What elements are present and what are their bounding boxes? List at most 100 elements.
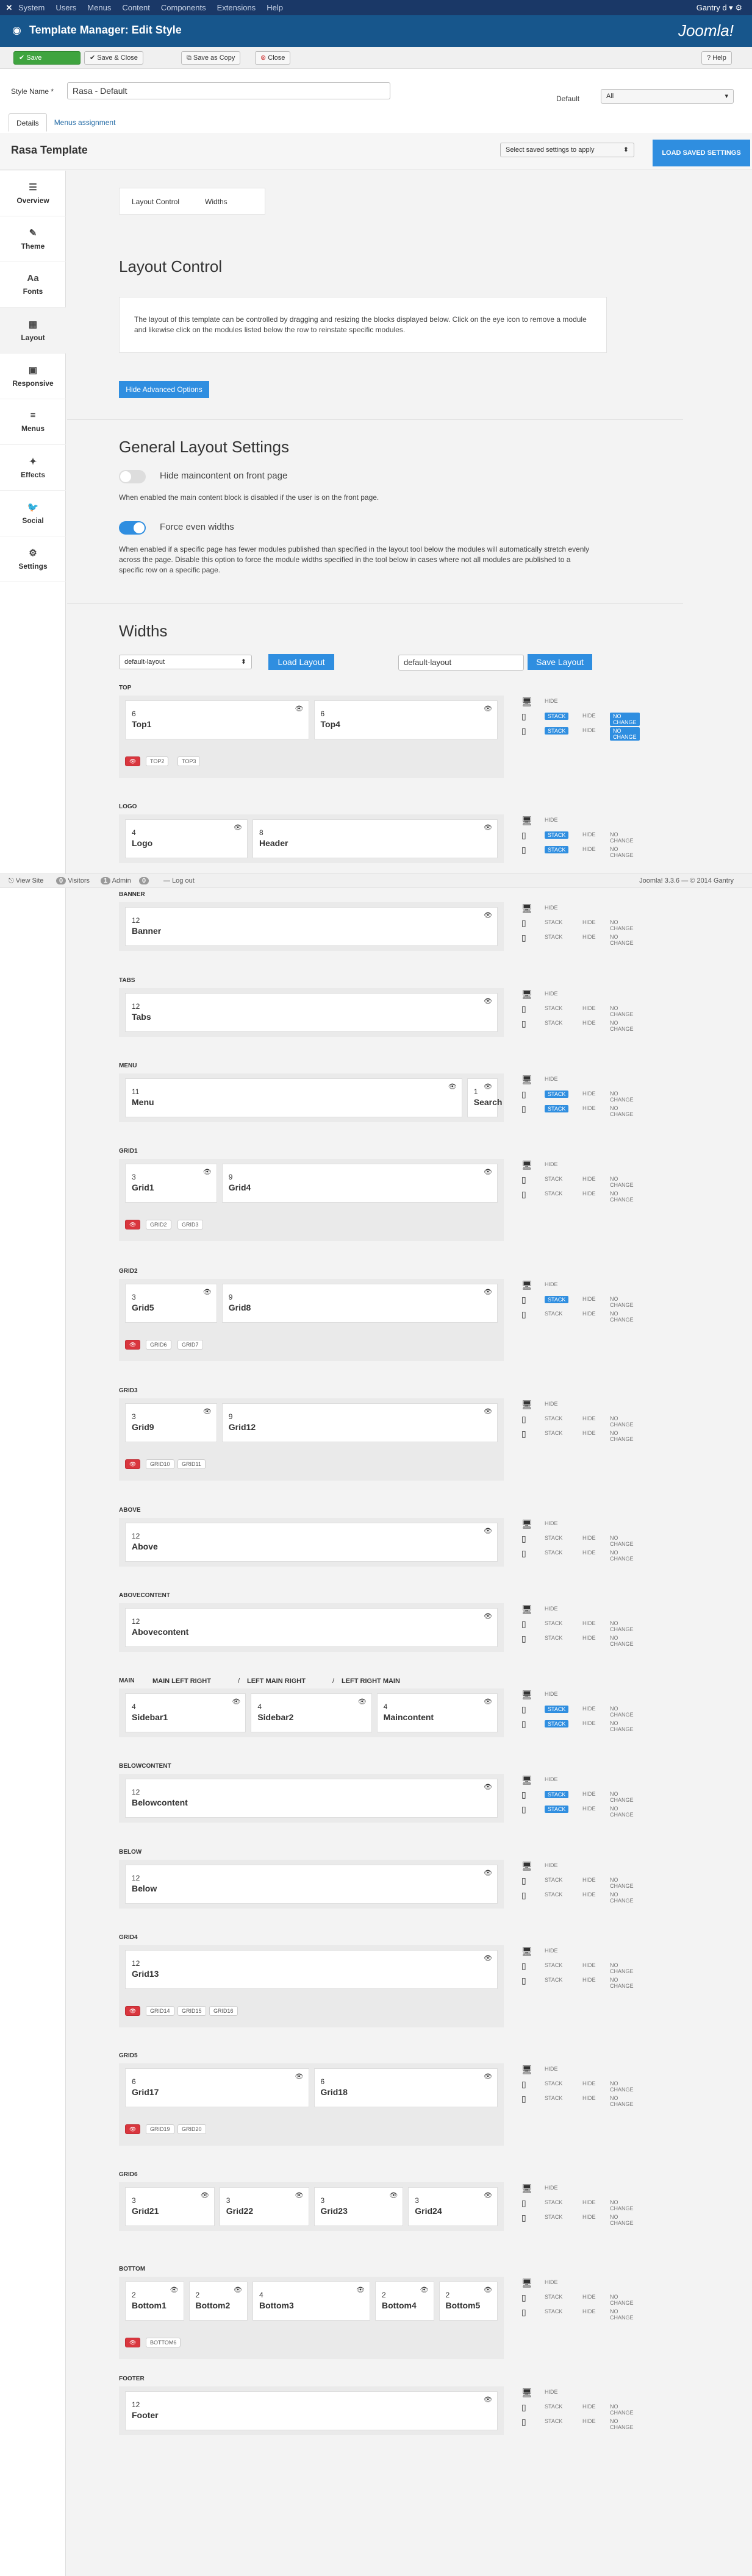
- module-block[interactable]: 12 Below 👁: [125, 1865, 498, 1904]
- stack-option[interactable]: STACK: [545, 1806, 569, 1813]
- eye-icon[interactable]: 👁: [484, 824, 492, 831]
- hidden-module-chip[interactable]: TOP3: [177, 756, 201, 766]
- logout-link[interactable]: — Log out: [163, 874, 195, 888]
- hidden-module-chip[interactable]: GRID2: [146, 1220, 171, 1229]
- layout-select[interactable]: default-layout ⬍: [119, 655, 252, 669]
- hide-option[interactable]: HIDE: [582, 1962, 596, 1968]
- save-copy-button[interactable]: ⧉ Save as Copy: [181, 51, 241, 65]
- no-change-option[interactable]: NO CHANGE: [610, 1977, 634, 1989]
- hide-option[interactable]: HIDE: [545, 1076, 558, 1082]
- module-block[interactable]: 4 Bottom3 👁: [252, 2282, 370, 2321]
- eye-toggle-icon[interactable]: 👁: [125, 1220, 141, 1229]
- no-change-option[interactable]: NO CHANGE: [610, 1635, 634, 1647]
- top-menu-item[interactable]: Help: [267, 3, 283, 12]
- hide-option[interactable]: HIDE: [582, 846, 596, 852]
- tab-details[interactable]: Details: [9, 113, 47, 132]
- hide-option[interactable]: HIDE: [582, 713, 596, 719]
- top-menu-item[interactable]: Menus: [87, 3, 111, 12]
- stack-option[interactable]: STACK: [545, 1877, 562, 1883]
- hide-option[interactable]: HIDE: [545, 1281, 558, 1287]
- hide-option[interactable]: HIDE: [582, 1311, 596, 1317]
- stack-option[interactable]: STACK: [545, 1091, 569, 1098]
- stack-option[interactable]: STACK: [545, 934, 562, 940]
- module-block[interactable]: 3 Grid22 👁: [219, 2187, 309, 2226]
- hide-option[interactable]: HIDE: [545, 1520, 558, 1526]
- hide-option[interactable]: HIDE: [545, 698, 558, 704]
- save-layout-button[interactable]: Save Layout: [528, 654, 592, 670]
- no-change-option[interactable]: NO CHANGE: [610, 1791, 634, 1803]
- stack-option[interactable]: STACK: [545, 1176, 562, 1182]
- sidebar-item-overview[interactable]: ☰ Overview: [0, 171, 66, 216]
- stack-option[interactable]: STACK: [545, 1311, 562, 1317]
- stack-option[interactable]: STACK: [545, 1550, 562, 1556]
- help-button[interactable]: ? Help: [701, 51, 732, 65]
- stack-option[interactable]: STACK: [545, 831, 569, 839]
- eye-icon[interactable]: 👁: [484, 2191, 492, 2199]
- module-block[interactable]: 6 Top1 👁: [125, 700, 309, 739]
- hide-option[interactable]: HIDE: [582, 1977, 596, 1983]
- no-change-option[interactable]: NO CHANGE: [610, 1311, 634, 1323]
- module-block[interactable]: 6 Top4 👁: [313, 700, 498, 739]
- eye-icon[interactable]: 👁: [484, 997, 492, 1005]
- eye-icon[interactable]: 👁: [389, 2191, 398, 2199]
- no-change-option[interactable]: NO CHANGE: [610, 2080, 634, 2093]
- hidden-module-chip[interactable]: GRID3: [177, 1220, 203, 1229]
- stack-option[interactable]: STACK: [545, 846, 569, 853]
- module-block[interactable]: 12 Belowcontent 👁: [125, 1779, 498, 1818]
- stack-option[interactable]: STACK: [545, 727, 569, 735]
- hidden-module-chip[interactable]: GRID7: [177, 1340, 203, 1350]
- hide-option[interactable]: HIDE: [545, 2389, 558, 2395]
- no-change-option[interactable]: NO CHANGE: [610, 2403, 634, 2416]
- module-block[interactable]: 3 Grid1 👁: [125, 1164, 217, 1203]
- no-change-option[interactable]: NO CHANGE: [610, 831, 634, 844]
- eye-icon[interactable]: 👁: [484, 1527, 492, 1535]
- eye-toggle-icon[interactable]: 👁: [125, 2338, 141, 2347]
- hide-option[interactable]: HIDE: [582, 2308, 596, 2314]
- top-menu-item[interactable]: Users: [56, 3, 76, 12]
- eye-toggle-icon[interactable]: 👁: [125, 1340, 141, 1350]
- hide-option[interactable]: HIDE: [582, 1550, 596, 1556]
- main-layout-option[interactable]: LEFT RIGHT MAIN: [342, 1678, 400, 1685]
- eye-icon[interactable]: 👁: [234, 2286, 242, 2294]
- hide-advanced-button[interactable]: Hide Advanced Options: [119, 381, 209, 398]
- hide-option[interactable]: HIDE: [582, 1415, 596, 1421]
- hidden-module-chip[interactable]: GRID10: [146, 1459, 174, 1469]
- eye-icon[interactable]: 👁: [295, 2191, 304, 2199]
- hide-option[interactable]: HIDE: [582, 1091, 596, 1097]
- hide-option[interactable]: HIDE: [582, 1635, 596, 1641]
- sidebar-item-layout[interactable]: ▦ Layout: [0, 308, 66, 354]
- no-change-option[interactable]: NO CHANGE: [610, 1535, 634, 1547]
- close-button[interactable]: ⊗ Close: [255, 51, 291, 65]
- module-block[interactable]: 3 Grid24 👁: [408, 2187, 498, 2226]
- hide-option[interactable]: HIDE: [582, 919, 596, 925]
- module-block[interactable]: 3 Grid9 👁: [125, 1403, 217, 1442]
- stack-option[interactable]: STACK: [545, 1891, 562, 1898]
- stack-option[interactable]: STACK: [545, 1105, 569, 1112]
- no-change-option[interactable]: NO CHANGE: [610, 1706, 634, 1718]
- stack-option[interactable]: STACK: [545, 2308, 562, 2314]
- no-change-option[interactable]: NO CHANGE: [610, 727, 640, 741]
- hide-option[interactable]: HIDE: [582, 727, 596, 733]
- module-block[interactable]: 4 Sidebar2 👁: [251, 1693, 372, 1732]
- no-change-option[interactable]: NO CHANGE: [610, 2308, 634, 2321]
- hide-option[interactable]: HIDE: [545, 2066, 558, 2072]
- stack-option[interactable]: STACK: [545, 1296, 569, 1303]
- sidebar-item-fonts[interactable]: Aa Fonts: [0, 262, 66, 308]
- hide-option[interactable]: HIDE: [582, 1791, 596, 1797]
- eye-icon[interactable]: 👁: [484, 1954, 492, 1962]
- module-block[interactable]: 11 Menu 👁: [125, 1078, 462, 1117]
- no-change-option[interactable]: NO CHANGE: [610, 846, 634, 858]
- module-block[interactable]: 3 Grid21 👁: [125, 2187, 215, 2226]
- sidebar-item-effects[interactable]: ✦ Effects: [0, 445, 66, 491]
- force-even-toggle[interactable]: [119, 521, 146, 535]
- module-block[interactable]: 12 Footer 👁: [125, 2391, 498, 2430]
- no-change-option[interactable]: NO CHANGE: [610, 1720, 634, 1732]
- module-block[interactable]: 12 Tabs 👁: [125, 993, 498, 1032]
- module-block[interactable]: 4 Sidebar1 👁: [125, 1693, 246, 1732]
- eye-icon[interactable]: 👁: [484, 1288, 492, 1296]
- eye-icon[interactable]: 👁: [484, 1869, 492, 1877]
- hide-option[interactable]: HIDE: [582, 2403, 596, 2410]
- hidden-module-chip[interactable]: GRID6: [146, 1340, 171, 1350]
- eye-icon[interactable]: 👁: [484, 705, 492, 713]
- gear-icon[interactable]: ⚙: [735, 3, 742, 12]
